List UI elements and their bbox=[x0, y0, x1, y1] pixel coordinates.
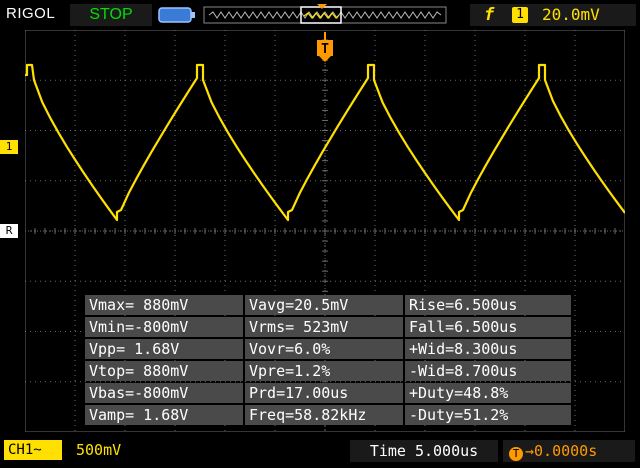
ref-marker[interactable]: R bbox=[0, 224, 18, 238]
measurement-cell: Vmin=-800mV bbox=[85, 317, 243, 337]
trigger-settings[interactable]: f 1 20.0mV bbox=[470, 4, 636, 26]
trigger-level: 20.0mV bbox=[542, 5, 600, 24]
rising-edge-icon: f bbox=[484, 5, 495, 25]
measurement-cell: Vavg=20.5mV bbox=[245, 295, 403, 315]
memory-depth-icon bbox=[158, 7, 195, 23]
measurement-cell: Rise=6.500us bbox=[405, 295, 571, 315]
measurement-cell: Vamp= 1.68V bbox=[85, 405, 243, 425]
ch1-volts-per-div[interactable]: 500mV bbox=[76, 440, 121, 460]
measurement-cell: Freq=58.82kHz bbox=[245, 405, 403, 425]
trigger-offset-icon: T bbox=[509, 447, 523, 461]
measurement-cell: Vpre=1.2% bbox=[245, 361, 403, 381]
svg-text:T: T bbox=[321, 42, 329, 57]
measurement-cell: -Wid=8.700us bbox=[405, 361, 571, 381]
timebase[interactable]: Time 5.000us bbox=[350, 440, 498, 462]
top-status-bar: RIGOL STOP f 1 20.0mV bbox=[0, 0, 640, 30]
measurement-cell: Vbas=-800mV bbox=[85, 383, 243, 403]
measurement-cell: Vovr=6.0% bbox=[245, 339, 403, 359]
measurement-cell: Vtop= 880mV bbox=[85, 361, 243, 381]
measurement-cell: -Duty=51.2% bbox=[405, 405, 571, 425]
measurement-cell: +Duty=48.8% bbox=[405, 383, 571, 403]
measurement-panel: Vmax= 880mV Vavg=20.5mV Rise=6.500us Vmin=-… bbox=[85, 295, 571, 429]
measurement-cell: Fall=6.500us bbox=[405, 317, 571, 337]
trigger-offset[interactable]: T →0.0000s bbox=[503, 440, 635, 462]
waveform-overview bbox=[203, 4, 447, 24]
run-stop-status[interactable]: STOP bbox=[70, 4, 152, 26]
measurement-cell: Vrms= 523mV bbox=[245, 317, 403, 337]
measurement-cell: Vmax= 880mV bbox=[85, 295, 243, 315]
ch1-label[interactable]: CH1~ bbox=[4, 440, 62, 460]
measurement-cell: +Wid=8.300us bbox=[405, 339, 571, 359]
brand-logo: RIGOL bbox=[6, 5, 56, 22]
ch1-offset-marker[interactable]: 1 bbox=[0, 140, 18, 154]
measurement-cell: Vpp= 1.68V bbox=[85, 339, 243, 359]
trigger-source-badge: 1 bbox=[512, 7, 528, 23]
measurement-cell: Prd=17.00us bbox=[245, 383, 403, 403]
